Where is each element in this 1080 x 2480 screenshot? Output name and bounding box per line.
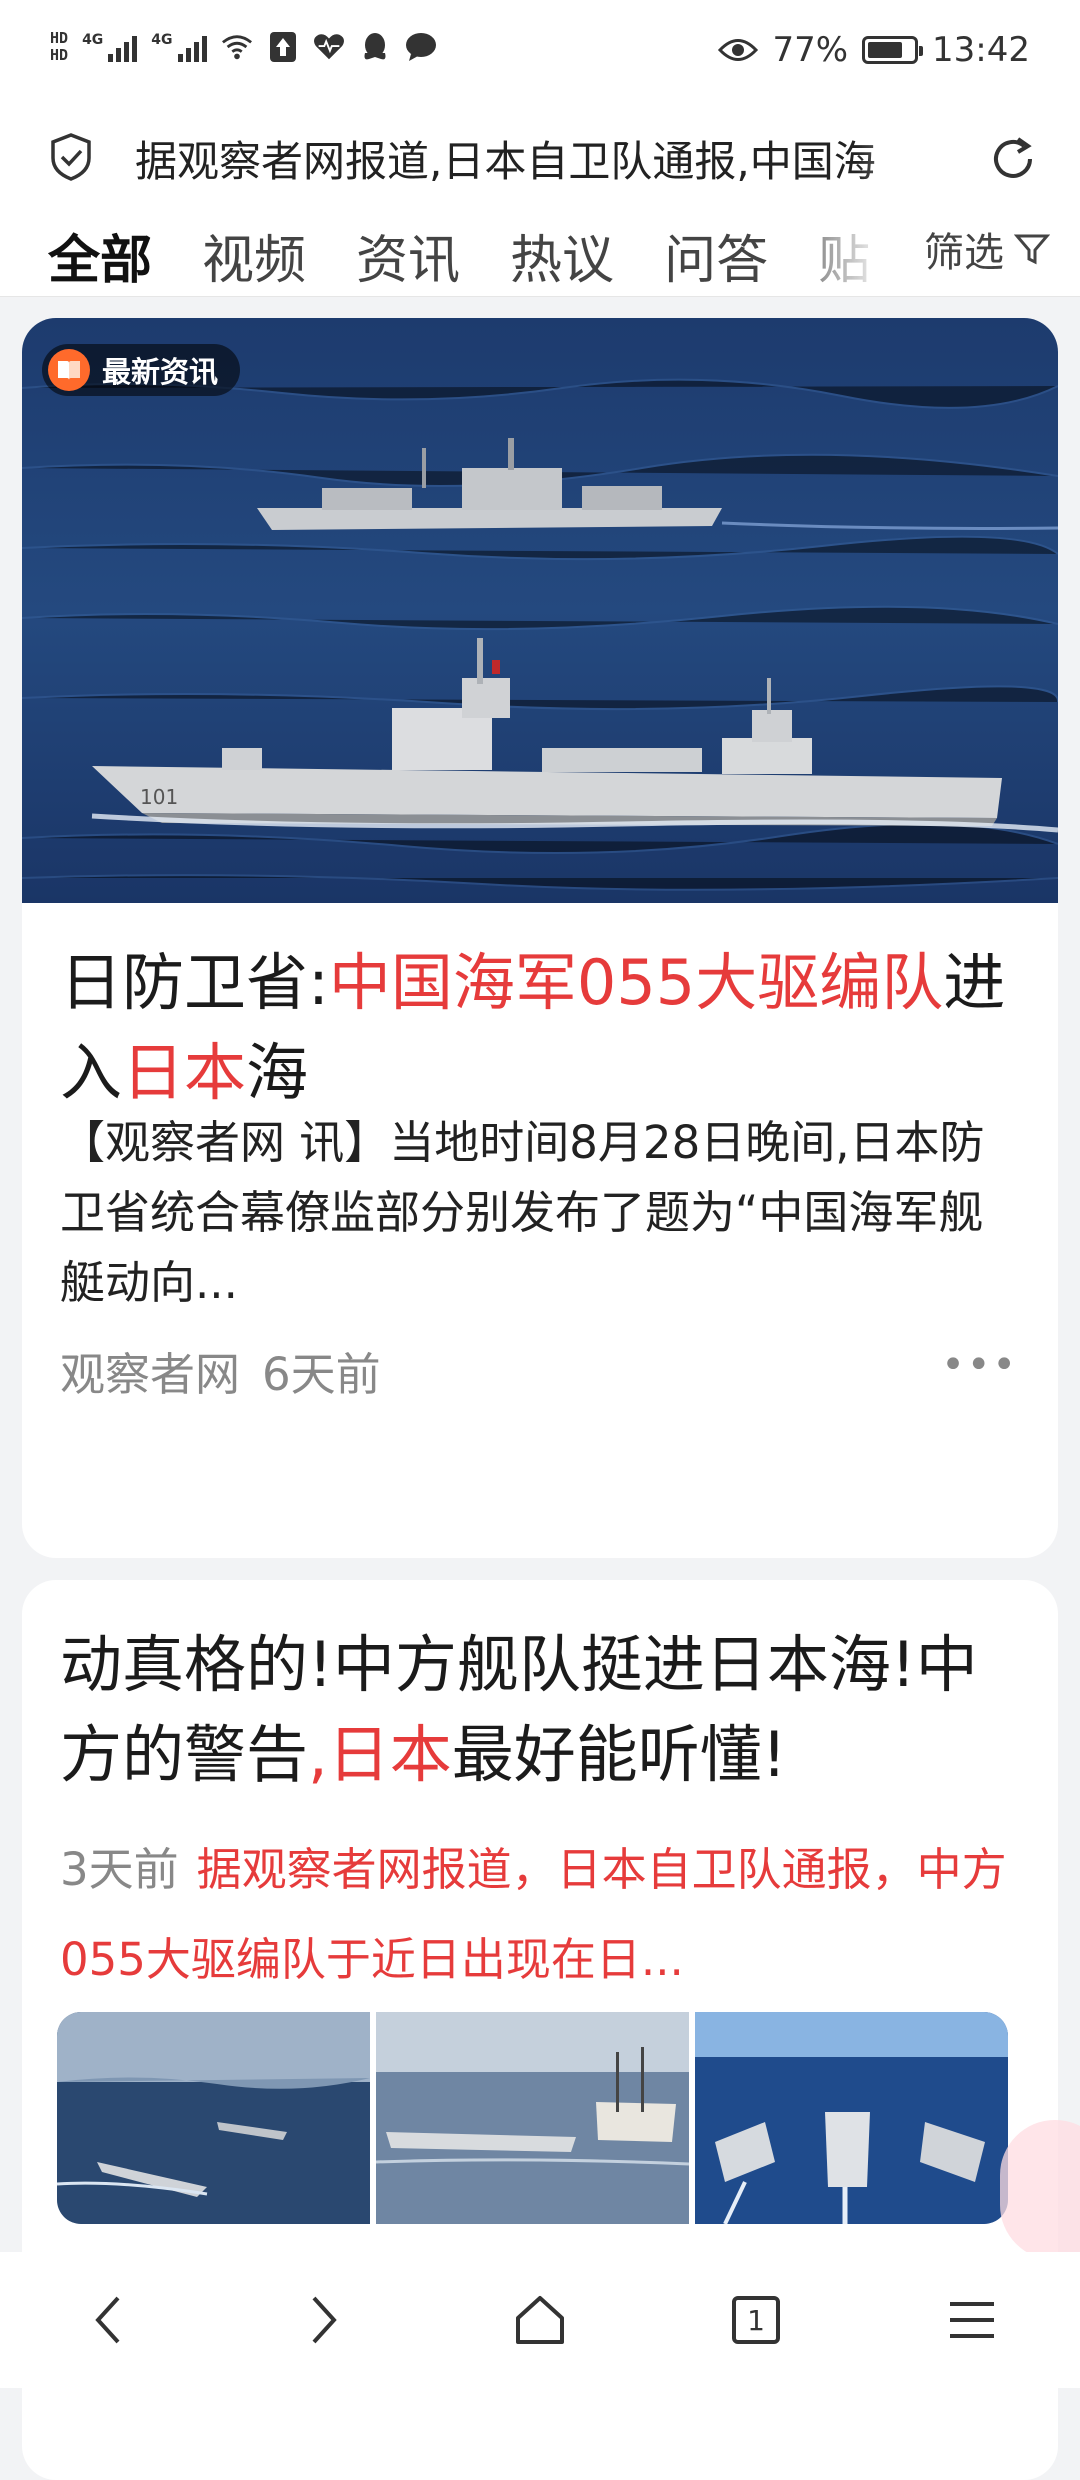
forward-icon[interactable] — [264, 2260, 384, 2380]
tab-count: 1 — [747, 2303, 765, 2337]
article-summary: 【观察者网 讯】当地时间8月28日晚间,日本防卫省统合幕僚监部分别发布了题为“中… — [60, 1116, 985, 1309]
article-snippet: 3天前 据观察者网报道，日本自卫队通报，中方055大驱编队于近日出现在日... — [60, 1825, 1020, 2005]
tab-all[interactable]: 全部 — [48, 218, 152, 293]
shield-check-icon[interactable] — [48, 132, 94, 186]
publish-time: 3天前 — [60, 1843, 179, 1896]
health-icon — [313, 31, 345, 63]
headline-highlight: ,日本 — [308, 1718, 452, 1791]
headline-highlight: 日本 — [122, 1036, 247, 1109]
tab-discussion[interactable]: 热议 — [510, 218, 614, 293]
latest-news-badge: 最新资讯 — [42, 344, 241, 396]
tab-qa[interactable]: 问答 — [664, 218, 768, 293]
headline-part: 最好能听懂! — [451, 1718, 787, 1791]
battery-icon — [862, 36, 924, 64]
filter-label: 筛选 — [924, 230, 1004, 276]
floating-assistant-button[interactable] — [1000, 2120, 1080, 2260]
refresh-icon[interactable] — [988, 134, 1038, 188]
eye-icon — [718, 34, 759, 66]
headline-part: 日防卫省: — [60, 946, 329, 1019]
category-tabs: 全部 视频 资讯 热议 问答 贴 筛选 — [0, 210, 1080, 297]
thumbnail-image[interactable] — [57, 2012, 370, 2224]
book-icon — [48, 349, 90, 391]
headline-highlight: 中国海军055大驱编队 — [328, 946, 944, 1019]
headline-part: 海 — [246, 1036, 309, 1109]
filter-icon — [1014, 234, 1050, 265]
source-name[interactable]: 观察者网 — [60, 1348, 240, 1401]
tab-video[interactable]: 视频 — [202, 218, 306, 293]
signal-icon: 4G — [82, 32, 138, 62]
badge-label: 最新资讯 — [102, 355, 219, 389]
menu-icon[interactable] — [912, 2260, 1032, 2380]
article-meta: 观察者网 6天前 — [60, 1338, 381, 1403]
thumbnail-image[interactable] — [376, 2012, 689, 2224]
qq-icon — [359, 31, 391, 63]
clock: 13:42 — [932, 30, 1030, 70]
tab-news[interactable]: 资讯 — [356, 218, 460, 293]
tab-posts[interactable]: 贴 — [818, 218, 870, 293]
upload-icon — [267, 31, 299, 63]
headline[interactable]: 动真格的!中方舰队挺进日本海!中方的警告,日本最好能听懂! — [60, 1620, 1020, 1800]
back-icon[interactable] — [48, 2260, 168, 2380]
tabs-icon[interactable]: 1 — [696, 2260, 816, 2380]
home-icon[interactable] — [480, 2260, 600, 2380]
snippet-text: 据观察者网报道，日本自卫队通报，中方055大驱编队于近日出现在日... — [60, 1843, 1007, 1986]
filter-button[interactable]: 筛选 — [924, 220, 1050, 278]
chat-icon — [405, 31, 437, 63]
hull-number: 101 — [140, 785, 178, 809]
battery-percent: 77% — [772, 30, 849, 70]
signal-icon: 4G — [151, 32, 207, 62]
wifi-icon — [221, 31, 253, 63]
bottom-navigation: 1 — [0, 2252, 1080, 2388]
hd-indicator: HD HD — [50, 29, 69, 64]
status-bar: HD HD 4G 4G 77% 13:42 — [0, 0, 1080, 110]
news-card[interactable]: 101 最新资讯 日防卫省:中国海军055大驱编队进入日本海 【观察者网 讯】当… — [22, 318, 1058, 1558]
hero-image: 101 最新资讯 — [22, 318, 1058, 903]
thumbnail-image[interactable] — [695, 2012, 1008, 2224]
thumbnail-row — [57, 2012, 1008, 2224]
more-options-icon[interactable]: ••• — [941, 1342, 1018, 1388]
headline[interactable]: 日防卫省:中国海军055大驱编队进入日本海 — [60, 938, 1020, 1118]
publish-time: 6天前 — [262, 1348, 381, 1401]
search-header: 据观察者网报道,日本自卫队通报,中国海 — [0, 110, 1080, 210]
search-query[interactable]: 据观察者网报道,日本自卫队通报,中国海 — [135, 128, 955, 189]
